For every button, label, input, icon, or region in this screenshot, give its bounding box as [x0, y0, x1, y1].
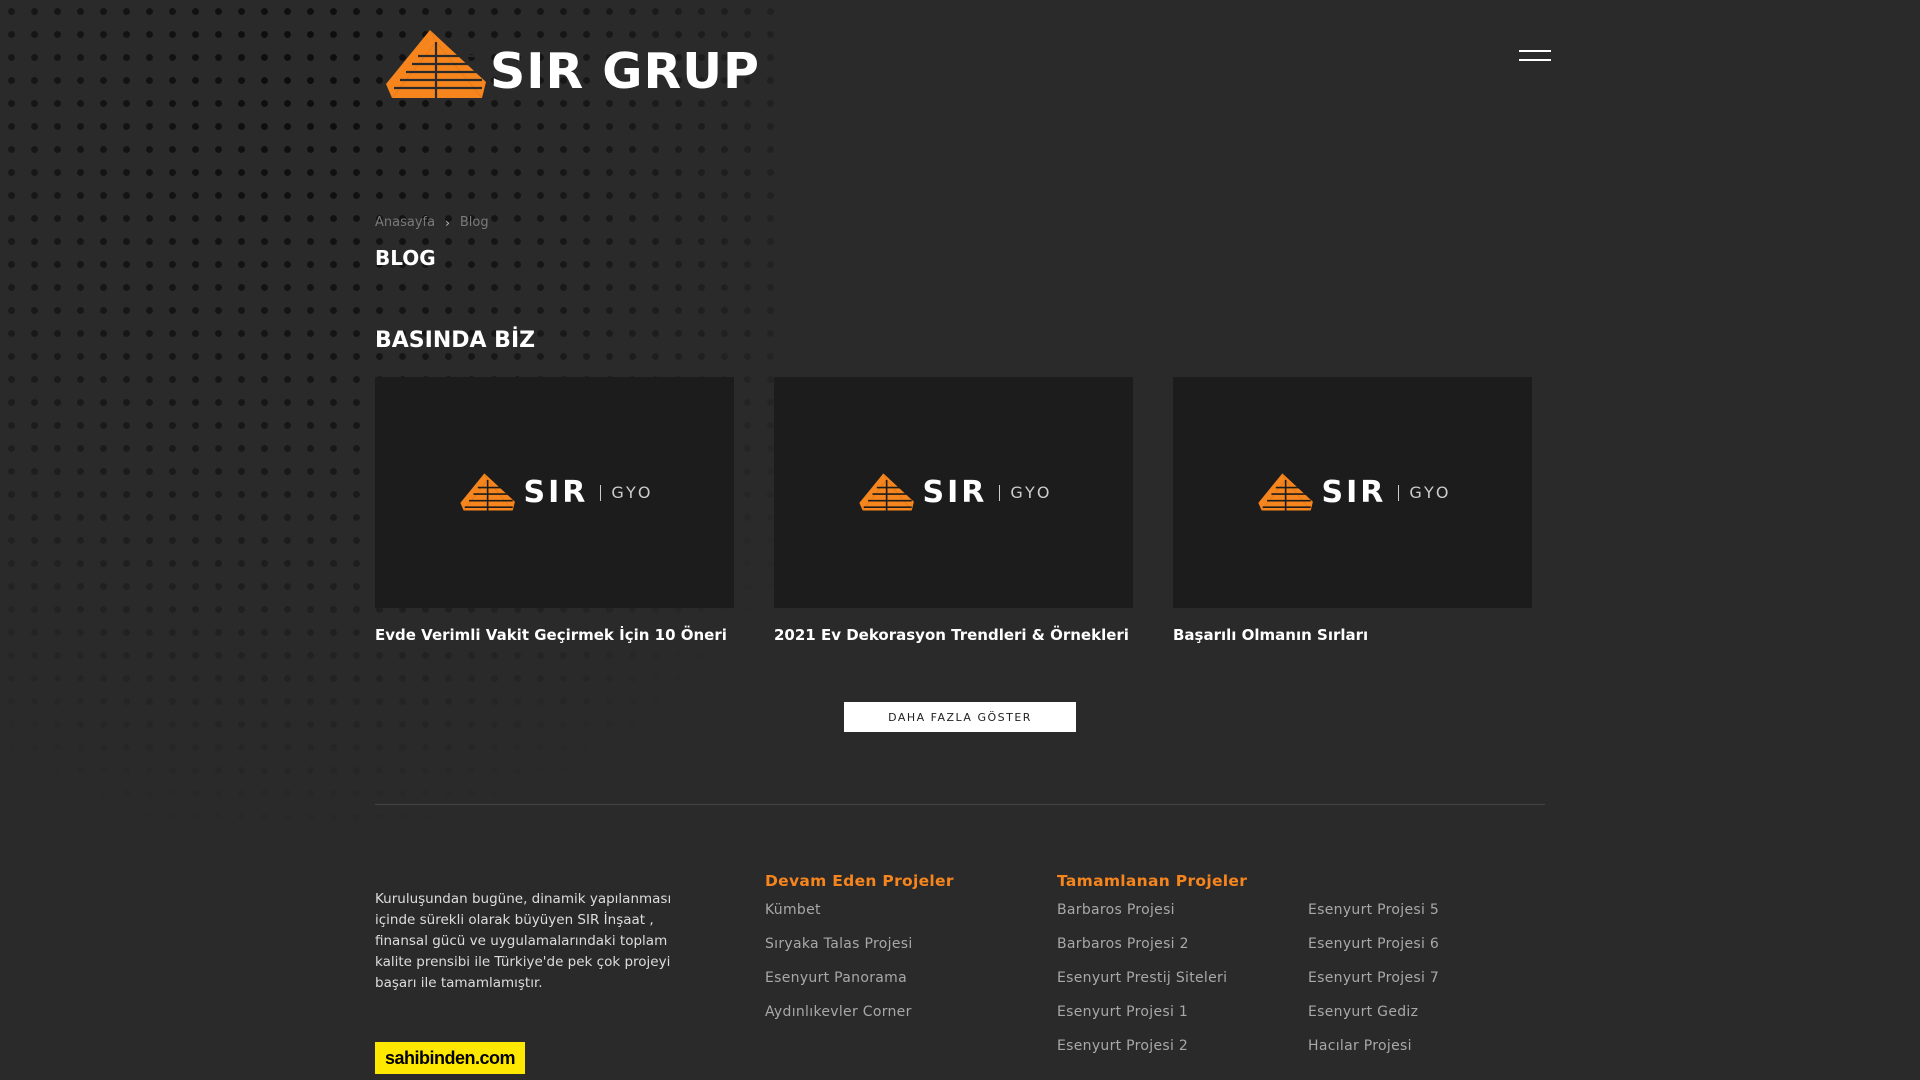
card-title[interactable]: 2021 Ev Dekorasyon Trendleri & Örnekleri	[774, 626, 1133, 646]
logo-divider	[600, 484, 602, 501]
project-link[interactable]: Esenyurt Prestij Siteleri	[1057, 968, 1247, 1002]
project-link[interactable]: Barbaros Projesi	[1057, 900, 1247, 934]
project-link[interactable]: Esenyurt Projesi 5	[1308, 900, 1439, 934]
about-text: Kuruluşundan bugüne, dinamik yapılanması…	[375, 891, 672, 991]
sir-gyo-logo: SIR GYO	[456, 471, 654, 515]
ongoing-projects-column: Devam Eden Projeler Kümbet Sıryaka Talas…	[765, 872, 954, 1036]
project-link[interactable]: Esenyurt Projesi 2	[1057, 1036, 1247, 1070]
card-title[interactable]: Evde Verimli Vakit Geçirmek İçin 10 Öner…	[375, 626, 734, 646]
card-title[interactable]: Başarılı Olmanın Sırları	[1173, 626, 1532, 646]
blog-card[interactable]: SIR GYO Başarılı Olmanın Sırları	[1173, 377, 1532, 646]
project-link[interactable]: Esenyurt Projesi 7	[1308, 968, 1439, 1002]
blog-card-list: SIR GYO Evde Verimli Vakit Geçirmek İçin…	[375, 377, 1532, 646]
logo-suffix: GYO	[1409, 483, 1452, 502]
completed-projects-column-2: Esenyurt Projesi 5 Esenyurt Projesi 6 Es…	[1308, 872, 1439, 1070]
menu-line	[1519, 59, 1551, 61]
card-image: SIR GYO	[1173, 377, 1532, 608]
building-logo-icon	[858, 472, 914, 513]
project-link[interactable]: Barbaros Projesi 2	[1057, 934, 1247, 968]
card-image: SIR GYO	[375, 377, 734, 608]
show-more-button[interactable]: DAHA FAZLA GÖSTER	[844, 702, 1076, 732]
project-link[interactable]: Kümbet	[765, 900, 954, 934]
project-link[interactable]: Aydınlıkevler Corner	[765, 1002, 954, 1036]
blog-card[interactable]: SIR GYO Evde Verimli Vakit Geçirmek İçin…	[375, 377, 734, 646]
building-logo-icon	[459, 472, 515, 513]
blog-card[interactable]: SIR GYO 2021 Ev Dekorasyon Trendleri & Ö…	[774, 377, 1133, 646]
project-link[interactable]: Esenyurt Gediz	[1308, 1002, 1439, 1036]
project-link[interactable]: Esenyurt Projesi 1	[1057, 1002, 1247, 1036]
project-link[interactable]: Sıryaka Talas Projesi	[765, 934, 954, 968]
sahibinden-link[interactable]: sahibinden.com	[375, 1042, 525, 1074]
project-link[interactable]: Hacılar Projesi	[1308, 1036, 1439, 1070]
breadcrumb: Anasayfa › Blog	[375, 215, 489, 230]
project-link[interactable]: Esenyurt Panorama	[765, 968, 954, 1002]
completed-projects-column: Tamamlanan Projeler Barbaros Projesi Bar…	[1057, 872, 1247, 1070]
breadcrumb-current: Blog	[459, 215, 489, 230]
building-logo-icon	[386, 30, 486, 102]
logo-name: SIR	[523, 475, 589, 510]
breadcrumb-home-link[interactable]: Anasayfa	[375, 215, 435, 230]
site-logo[interactable]: SIR GRUP	[378, 26, 760, 106]
logo-name: SIR	[922, 475, 988, 510]
sir-gyo-logo: SIR GYO	[1254, 471, 1452, 515]
building-logo-icon	[1257, 472, 1313, 513]
footer-divider	[375, 804, 1545, 805]
chevron-right-icon: ›	[445, 215, 450, 230]
ongoing-projects-title: Devam Eden Projeler	[765, 872, 954, 890]
logo-suffix: GYO	[611, 483, 654, 502]
card-image: SIR GYO	[774, 377, 1133, 608]
hamburger-menu-icon[interactable]	[1519, 50, 1551, 62]
page-title: BLOG	[375, 246, 436, 270]
logo-text: SIR GRUP	[490, 42, 760, 100]
project-link[interactable]: Esenyurt Projesi 6	[1308, 934, 1439, 968]
logo-name: SIR	[1321, 475, 1387, 510]
logo-suffix: GYO	[1010, 483, 1053, 502]
logo-divider	[999, 484, 1001, 501]
sir-gyo-logo: SIR GYO	[855, 471, 1053, 515]
logo-divider	[1398, 484, 1400, 501]
section-title: BASINDA BİZ	[375, 328, 536, 353]
menu-line	[1519, 50, 1551, 52]
completed-projects-title: Tamamlanan Projeler	[1057, 872, 1248, 890]
